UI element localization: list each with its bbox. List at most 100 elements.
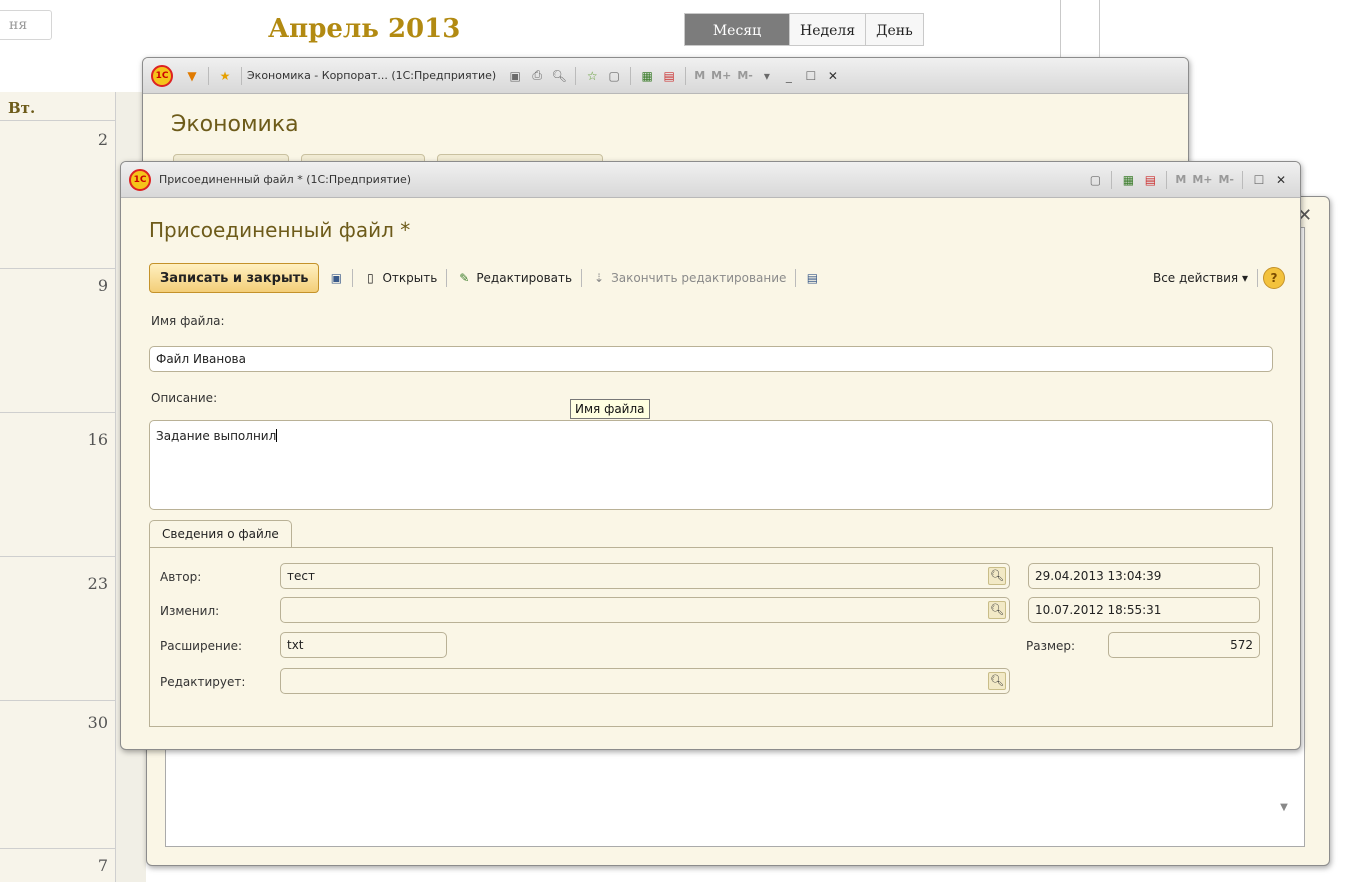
separator [630, 66, 632, 85]
description-textarea[interactable]: Задание выполнил [149, 420, 1273, 510]
close-icon[interactable]: ✕ [1272, 171, 1290, 189]
form-title: Присоединенный файл * [149, 218, 411, 242]
calendar-day[interactable]: 23 [68, 574, 108, 593]
calendar-month-title: Апрель 2013 [268, 14, 461, 44]
separator [581, 269, 583, 287]
file-info-tab[interactable]: Сведения о файле [149, 520, 292, 548]
close-icon[interactable]: ✕ [824, 67, 842, 85]
memory-minus-button[interactable]: M- [1218, 173, 1234, 186]
filename-label: Имя файла: [151, 314, 225, 328]
finish-editing-label: Закончить редактирование [611, 271, 787, 285]
author-label: Автор: [160, 570, 202, 584]
preview-icon[interactable]: 🔍︎ [550, 67, 568, 85]
window-title: Экономика - Корпорат... (1С:Предприятие) [247, 69, 497, 82]
tooltip: Имя файла [570, 399, 650, 419]
author-value: тест [287, 569, 315, 583]
separator [1111, 170, 1113, 189]
memory-plus-button[interactable]: M+ [711, 69, 731, 82]
document-icon: ▯ [367, 271, 374, 285]
calendar-day[interactable]: 16 [68, 430, 108, 449]
separator [352, 269, 354, 287]
tab-day[interactable]: День [866, 13, 924, 46]
editor-label: Редактирует: [160, 675, 246, 689]
size-label: Размер: [1026, 639, 1076, 653]
maximize-icon[interactable]: ☐ [802, 67, 820, 85]
extension-field[interactable]: txt [280, 632, 447, 658]
print-icon[interactable]: ⎙ [528, 67, 546, 85]
calendar-day[interactable]: 30 [68, 713, 108, 732]
economics-titlebar: 1С ▼ ★ Экономика - Корпорат... (1С:Предп… [143, 58, 1188, 94]
edit-button-label: Редактировать [476, 271, 573, 285]
separator [795, 269, 797, 287]
grid-line [0, 700, 116, 701]
memory-minus-button[interactable]: M- [737, 69, 753, 82]
attached-file-window: 1С Присоединенный файл * (1С:Предприятие… [120, 161, 1301, 750]
tab-week[interactable]: Неделя [790, 13, 867, 46]
search-icon[interactable]: 🔍︎ [988, 672, 1006, 690]
bookmark-icon[interactable]: ▢ [1086, 171, 1104, 189]
calculator-icon[interactable]: ▦ [638, 67, 656, 85]
bookmark-icon[interactable]: ▢ [605, 67, 623, 85]
all-actions-menu[interactable]: Все действия ▾ [1149, 271, 1252, 285]
open-button[interactable]: ▯ Открыть [358, 270, 441, 286]
memory-plus-button[interactable]: M+ [1192, 173, 1212, 186]
menu-icon[interactable]: ▼ [183, 67, 201, 85]
separator [685, 66, 687, 85]
save-to-disk-icon[interactable]: ▤ [803, 269, 821, 287]
edit-document-icon: ✎ [459, 271, 470, 285]
changed-date-field: 10.07.2012 18:55:31 [1028, 597, 1260, 623]
editor-field[interactable]: 🔍︎ [280, 668, 1010, 694]
file-info-group: Автор: тест 🔍︎ 29.04.2013 13:04:39 Измен… [149, 547, 1273, 727]
dropdown-icon[interactable]: ▾ [758, 67, 776, 85]
calendar-view-tabs: Месяц Неделя День [684, 13, 924, 46]
maximize-icon[interactable]: ☐ [1250, 171, 1268, 189]
tab-month[interactable]: Месяц [684, 13, 790, 46]
calendar-icon[interactable]: ▤ [1141, 171, 1159, 189]
memory-m-button[interactable]: M [1175, 173, 1186, 186]
memory-m-button[interactable]: M [694, 69, 705, 82]
save-icon[interactable]: ▣ [506, 67, 524, 85]
minimize-icon[interactable]: _ [780, 67, 798, 85]
calendar-grid [0, 92, 116, 882]
help-icon[interactable]: ? [1263, 267, 1285, 289]
separator [1166, 170, 1168, 189]
add-favorite-icon[interactable]: ☆ [583, 67, 601, 85]
scroll-down-icon[interactable]: ▼ [1276, 802, 1292, 818]
separator [1257, 269, 1258, 287]
author-date-field: 29.04.2013 13:04:39 [1028, 563, 1260, 589]
attached-file-titlebar: 1С Присоединенный файл * (1С:Предприятие… [121, 162, 1300, 198]
section-title: Экономика [171, 112, 299, 137]
grid-line [0, 120, 116, 121]
save-and-close-button[interactable]: Записать и закрыть [149, 263, 320, 293]
edit-button[interactable]: ✎ Редактировать [452, 270, 576, 286]
app-logo-icon: 1С [129, 168, 151, 191]
grid-line [0, 848, 116, 849]
calendar-day[interactable]: 7 [68, 856, 108, 875]
extension-label: Расширение: [160, 639, 243, 653]
calendar-search-input[interactable]: ня [0, 10, 52, 40]
save-icon[interactable]: ▣ [327, 269, 345, 287]
finish-editing-button[interactable]: ⇣ Закончить редактирование [587, 270, 790, 286]
filename-input[interactable]: Файл Иванова [149, 346, 1273, 372]
author-field[interactable]: тест 🔍︎ [280, 563, 1010, 589]
description-text: Задание выполнил [156, 429, 277, 443]
calendar-day[interactable]: 9 [68, 276, 108, 295]
search-icon[interactable]: 🔍︎ [988, 601, 1006, 619]
form-toolbar: Записать и закрыть ▣ ▯ Открыть ✎ Редакти… [149, 261, 1285, 295]
calendar-icon[interactable]: ▤ [660, 67, 678, 85]
finish-editing-icon: ⇣ [594, 271, 605, 285]
changed-by-label: Изменил: [160, 604, 220, 618]
window-title: Присоединенный файл * (1С:Предприятие) [159, 173, 412, 186]
search-icon[interactable]: 🔍︎ [988, 567, 1006, 585]
separator [575, 66, 577, 85]
grid-line [0, 556, 116, 557]
calendar-day[interactable]: 2 [68, 130, 108, 149]
separator [208, 66, 209, 85]
separator [1242, 170, 1243, 189]
grid-line [0, 268, 116, 269]
changed-by-field[interactable]: 🔍︎ [280, 597, 1010, 623]
weekday-header: Вт. [8, 99, 36, 117]
favorites-star-icon[interactable]: ★ [216, 67, 234, 85]
size-field: 572 [1108, 632, 1260, 658]
calculator-icon[interactable]: ▦ [1119, 171, 1137, 189]
